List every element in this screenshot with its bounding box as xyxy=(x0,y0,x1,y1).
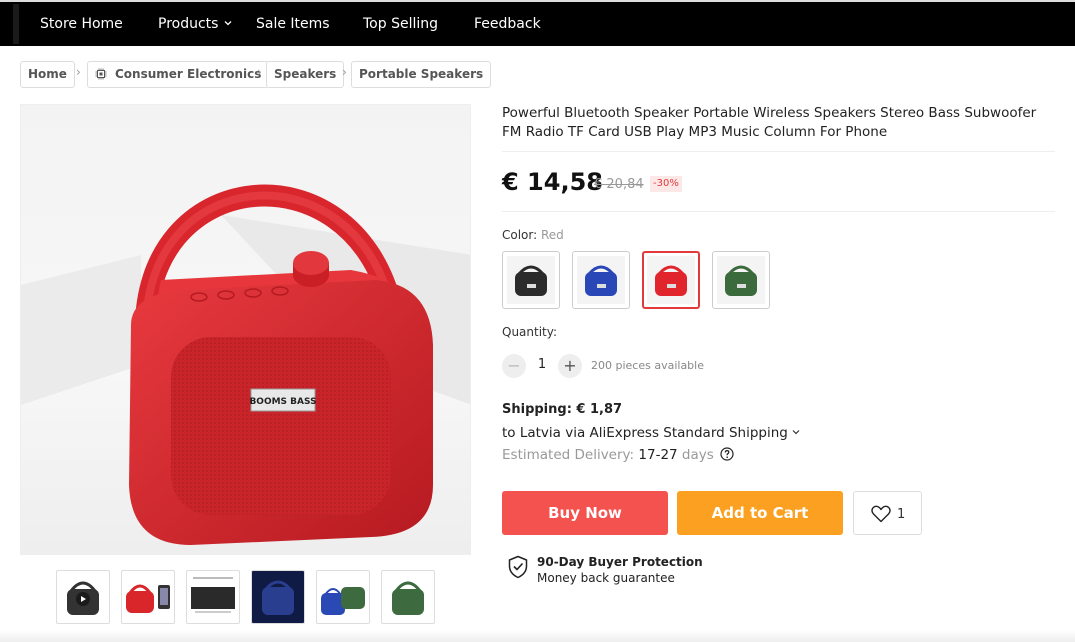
thumbnail[interactable] xyxy=(186,570,240,624)
nav-products[interactable]: Products xyxy=(158,2,232,46)
quantity-label: Quantity: xyxy=(502,325,558,339)
breadcrumb-speakers[interactable]: Speakers xyxy=(266,61,345,88)
swatch-image xyxy=(585,265,617,296)
swatch-image xyxy=(655,265,687,296)
color-label: Color: Red xyxy=(502,228,564,242)
delivery-range: 17-27 xyxy=(638,447,678,463)
thumbnail[interactable] xyxy=(121,570,175,624)
breadcrumb-label: Consumer Electronics xyxy=(115,67,262,81)
help-icon[interactable] xyxy=(720,447,734,461)
breadcrumb-consumer-electronics[interactable]: Consumer Electronics xyxy=(87,61,270,88)
thumbnail-image xyxy=(67,581,99,615)
add-to-cart-button[interactable]: Add to Cart xyxy=(677,491,843,535)
heart-icon xyxy=(871,505,891,523)
brand-plate-label: BOOMS BASS xyxy=(249,397,316,407)
top-nav: Store Home Products Sale Items Top Selli… xyxy=(0,0,1075,46)
color-swatch-black[interactable] xyxy=(502,251,560,309)
breadcrumb-separator: › xyxy=(342,65,347,79)
quantity-decrease-button[interactable]: − xyxy=(502,354,526,378)
product-price: € 14,58 xyxy=(502,168,603,196)
buy-now-button[interactable]: Buy Now xyxy=(502,491,668,535)
swatch-image xyxy=(725,265,757,296)
shipping-cost: Shipping: € 1,87 xyxy=(502,402,623,417)
chevron-down-icon xyxy=(792,430,800,435)
nav-edge xyxy=(13,4,19,44)
thumbnail-image xyxy=(321,587,365,615)
quantity-increase-button[interactable]: + xyxy=(558,354,582,378)
wishlist-button[interactable]: 1 xyxy=(853,491,922,535)
breadcrumb-separator: › xyxy=(257,65,262,79)
discount-badge: -30% xyxy=(650,176,682,192)
chevron-down-icon xyxy=(224,21,232,26)
thumbnail-image xyxy=(392,581,424,615)
buyer-protection: 90-Day Buyer Protection Money back guara… xyxy=(507,555,703,585)
shield-check-icon xyxy=(508,555,528,579)
color-swatch-red[interactable] xyxy=(642,251,700,309)
swatch-image xyxy=(515,265,547,296)
breadcrumb-home[interactable]: Home xyxy=(20,61,75,88)
nav-store-home[interactable]: Store Home xyxy=(40,2,123,46)
estimated-delivery: Estimated Delivery: 17-27 days xyxy=(502,447,734,463)
original-price: € 20,84 xyxy=(594,177,644,192)
chip-icon xyxy=(95,68,107,80)
thumbnail-image xyxy=(191,577,235,613)
shipping-method[interactable]: to Latvia via AliExpress Standard Shippi… xyxy=(502,425,800,441)
product-title: Powerful Bluetooth Speaker Portable Wire… xyxy=(502,105,1037,140)
thumbnail-image xyxy=(126,584,170,613)
color-swatch-green[interactable] xyxy=(712,251,770,309)
main-product-image[interactable]: BOOMS BASS xyxy=(20,104,471,555)
delivery-unit: days xyxy=(681,447,714,463)
color-label-text: Color: xyxy=(502,228,538,242)
color-value: Red xyxy=(541,228,564,242)
nav-sale-items[interactable]: Sale Items xyxy=(256,2,330,46)
shipping-method-label: to Latvia via AliExpress Standard Shippi… xyxy=(502,425,788,441)
delivery-label: Estimated Delivery: xyxy=(502,447,635,463)
breadcrumb-separator: › xyxy=(76,65,81,79)
quantity-value[interactable]: 1 xyxy=(534,357,550,372)
nav-top-selling[interactable]: Top Selling xyxy=(363,2,438,46)
protection-subtitle: Money back guarantee xyxy=(537,571,675,585)
wishlist-count: 1 xyxy=(897,507,906,522)
page-bottom-fade xyxy=(0,630,1075,642)
speaker-illustration: BOOMS BASS xyxy=(21,184,470,545)
thumbnail[interactable] xyxy=(316,570,370,624)
divider xyxy=(502,211,1055,212)
thumbnail-image xyxy=(252,571,304,623)
thumbnail[interactable] xyxy=(56,570,110,624)
protection-title: 90-Day Buyer Protection xyxy=(537,555,703,569)
breadcrumb-portable-speakers[interactable]: Portable Speakers xyxy=(351,61,492,88)
thumbnail[interactable] xyxy=(381,570,435,624)
color-swatch-blue[interactable] xyxy=(572,251,630,309)
nav-feedback[interactable]: Feedback xyxy=(474,2,541,46)
available-stock: 200 pieces available xyxy=(591,359,704,372)
thumbnail[interactable] xyxy=(251,570,305,624)
nav-products-label: Products xyxy=(158,16,219,32)
divider xyxy=(502,151,1055,152)
